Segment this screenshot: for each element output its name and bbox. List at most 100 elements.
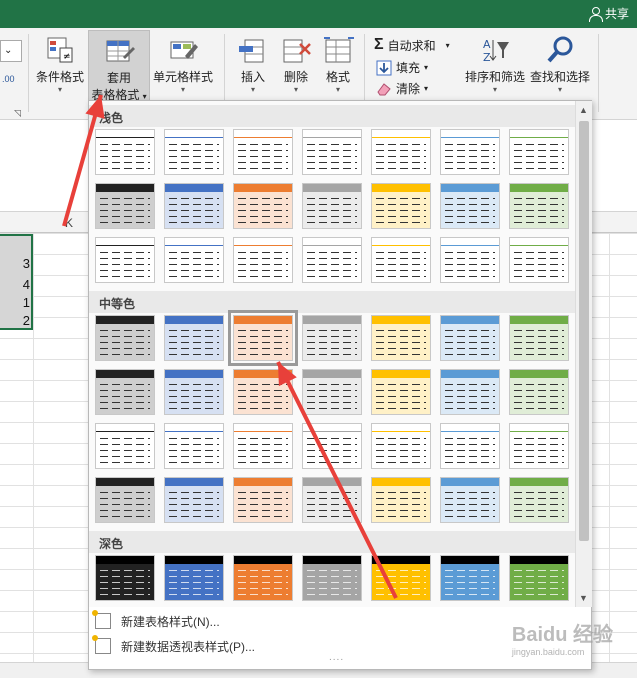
table-style-swatch[interactable] [228, 310, 298, 366]
section-light: 浅色 [89, 105, 575, 127]
table-style-swatch[interactable] [95, 423, 155, 469]
scrollbar-thumb[interactable] [579, 121, 589, 541]
table-style-swatch[interactable] [440, 315, 500, 361]
dialog-launcher-icon[interactable]: ◹ [14, 108, 21, 119]
table-style-swatch[interactable] [164, 423, 224, 469]
table-style-swatch[interactable] [509, 555, 569, 601]
table-style-swatch[interactable] [509, 183, 569, 229]
fill-button[interactable]: 填充 ▾ [376, 59, 428, 76]
table-style-swatch[interactable] [95, 183, 155, 229]
scroll-down-icon[interactable]: ▼ [579, 593, 588, 603]
table-style-swatch[interactable] [371, 237, 431, 283]
gallery-scrollbar[interactable]: ▲ ▼ [575, 101, 592, 607]
table-style-swatch[interactable] [440, 183, 500, 229]
table-style-swatch[interactable] [302, 477, 362, 523]
table-style-swatch[interactable] [440, 129, 500, 175]
table-style-swatch[interactable] [509, 369, 569, 415]
new-pivot-style-label: 新建数据透视表样式(P)... [121, 639, 255, 654]
cell-value[interactable]: 3 [0, 256, 30, 271]
table-style-swatch[interactable] [233, 555, 293, 601]
table-style-swatch[interactable] [371, 315, 431, 361]
table-style-swatch[interactable] [302, 315, 362, 361]
clear-label: 清除 [396, 82, 421, 96]
table-style-swatch[interactable] [440, 369, 500, 415]
insert-button[interactable]: 插入 ▾ [232, 30, 274, 95]
table-style-swatch[interactable] [164, 237, 224, 283]
format-icon [322, 34, 354, 66]
table-style-swatch[interactable] [371, 477, 431, 523]
table-style-swatch[interactable] [233, 423, 293, 469]
table-style-swatch[interactable] [371, 183, 431, 229]
find-select-button[interactable]: 查找和选择 ▾ [528, 30, 592, 95]
table-style-swatch[interactable] [302, 129, 362, 175]
table-style-swatch[interactable] [302, 423, 362, 469]
table-style-swatch[interactable] [233, 237, 293, 283]
chevron-down-icon: ▾ [250, 85, 255, 94]
sigma-icon: Σ [374, 36, 384, 53]
table-style-swatch[interactable] [302, 237, 362, 283]
table-style-swatch[interactable] [95, 555, 155, 601]
table-style-swatch[interactable] [233, 477, 293, 523]
ribbon-separator [598, 34, 599, 112]
table-style-swatch[interactable] [95, 315, 155, 361]
cell-value[interactable]: 1 [0, 295, 30, 310]
delete-button[interactable]: 删除 ▾ [276, 30, 316, 95]
resize-grip[interactable]: .... [329, 652, 344, 663]
table-style-swatch[interactable] [233, 369, 293, 415]
table-style-swatch[interactable] [509, 423, 569, 469]
table-style-swatch[interactable] [164, 477, 224, 523]
table-style-swatch[interactable] [164, 369, 224, 415]
table-style-swatch[interactable] [302, 369, 362, 415]
table-style-swatch[interactable] [164, 555, 224, 601]
table-style-swatch[interactable] [302, 555, 362, 601]
chevron-down-icon: ▾ [424, 63, 429, 72]
chevron-down-icon: ⌄ [4, 45, 13, 56]
table-style-swatch[interactable] [371, 129, 431, 175]
share-label: 共享 [604, 7, 629, 21]
table-style-swatch[interactable] [440, 423, 500, 469]
gallery-scroll-area: 浅色 中等色 深色 [89, 101, 575, 607]
clear-button[interactable]: 清除 ▾ [376, 80, 428, 97]
table-style-swatch[interactable] [302, 183, 362, 229]
table-style-swatch[interactable] [509, 315, 569, 361]
table-style-swatch[interactable] [164, 315, 224, 361]
svg-text:≠: ≠ [63, 52, 71, 62]
column-header-k[interactable]: K [65, 216, 73, 230]
chevron-down-icon: ▾ [180, 85, 185, 94]
insert-label: 插入 [240, 70, 265, 84]
cell-value[interactable]: 2 [0, 313, 30, 328]
autosum-button[interactable]: Σ 自动求和 ▾ [374, 36, 450, 54]
table-style-swatch[interactable] [371, 423, 431, 469]
table-style-swatch[interactable] [440, 555, 500, 601]
scroll-up-icon[interactable]: ▲ [579, 105, 588, 115]
conditional-format-button[interactable]: ≠ 条件格式 ▾ [32, 30, 88, 95]
table-style-swatch[interactable] [509, 129, 569, 175]
new-table-style-label: 新建表格样式(N)... [121, 614, 220, 629]
table-style-swatch[interactable] [509, 237, 569, 283]
table-style-swatch[interactable] [95, 237, 155, 283]
decimal-icon[interactable]: .00 [2, 74, 15, 84]
cell-style-label: 单元格样式 [152, 70, 213, 84]
format-button[interactable]: 格式 ▾ [318, 30, 358, 95]
table-style-swatch[interactable] [509, 477, 569, 523]
format-as-table-button[interactable]: 套用 表格格式 ▾ [88, 30, 150, 102]
table-style-swatch[interactable] [95, 477, 155, 523]
chevron-down-icon: ▾ [557, 85, 562, 94]
person-icon [588, 6, 603, 22]
table-style-swatch[interactable] [164, 183, 224, 229]
cell-style-button[interactable]: 单元格样式 ▾ [150, 30, 216, 95]
share-button[interactable]: 共享 [588, 5, 629, 22]
cell-value[interactable]: 4 [0, 277, 30, 292]
table-style-swatch[interactable] [371, 369, 431, 415]
sort-filter-button[interactable]: AZ 排序和筛选 ▾ [462, 30, 528, 95]
table-style-swatch[interactable] [95, 129, 155, 175]
table-style-swatch[interactable] [233, 129, 293, 175]
table-style-swatch[interactable] [233, 183, 293, 229]
conditional-format-icon: ≠ [44, 34, 76, 66]
number-format-dropdown[interactable]: ⌄ [0, 40, 22, 62]
table-style-swatch[interactable] [440, 237, 500, 283]
table-style-swatch[interactable] [371, 555, 431, 601]
table-style-swatch[interactable] [164, 129, 224, 175]
table-style-swatch[interactable] [440, 477, 500, 523]
table-style-swatch[interactable] [95, 369, 155, 415]
